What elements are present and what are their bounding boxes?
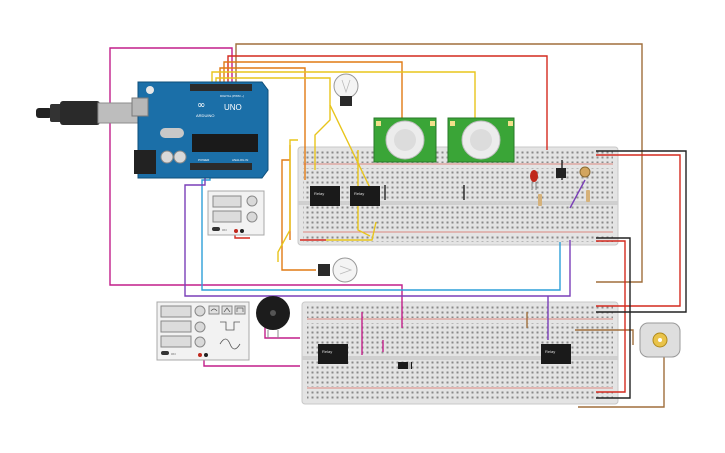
- dc-motor[interactable]: [639, 322, 681, 358]
- relay-1-label: Relay: [314, 191, 324, 196]
- arduino-brand-text: ARDUINO: [196, 113, 214, 118]
- arduino-uno[interactable]: ∞ ARDUINO UNO DIGITAL (PWM ~) POWER ANAL…: [131, 81, 269, 179]
- circuit-canvas: ∞ ARDUINO UNO DIGITAL (PWM ~) POWER ANAL…: [36, 43, 687, 408]
- relay-3-label: Relay: [322, 349, 332, 354]
- potentiometer[interactable]: [579, 166, 591, 178]
- resistor-1[interactable]: [538, 194, 542, 206]
- lamp-bottom[interactable]: [318, 257, 358, 283]
- lamp-top[interactable]: [333, 73, 359, 106]
- transistor[interactable]: [556, 168, 566, 178]
- diode[interactable]: [398, 362, 412, 369]
- pir-sensor-2[interactable]: [447, 117, 515, 163]
- function-generator[interactable]: ON: [156, 301, 250, 361]
- arduino-infinity-logo: ∞: [197, 100, 205, 111]
- arduino-model-text: UNO: [224, 103, 242, 112]
- relay-3[interactable]: Relay: [318, 344, 348, 364]
- arduino-power-label: POWER: [198, 158, 210, 162]
- piezo-buzzer[interactable]: [256, 296, 290, 338]
- relay-1[interactable]: Relay: [310, 186, 340, 206]
- power-supply-on-label: ON: [222, 228, 227, 232]
- relay-2[interactable]: Relay: [350, 186, 380, 206]
- pir-sensor-1[interactable]: [373, 117, 437, 163]
- power-supply[interactable]: ON: [207, 190, 265, 236]
- relay-4[interactable]: Relay: [541, 344, 571, 364]
- relay-2-label: Relay: [354, 191, 364, 196]
- resistor-2[interactable]: [586, 190, 590, 202]
- relay-4-label: Relay: [545, 349, 555, 354]
- arduino-digital-label: DIGITAL (PWM ~): [220, 94, 244, 98]
- function-generator-on-label: ON: [171, 352, 176, 356]
- arduino-analog-label: ANALOG IN: [232, 158, 248, 162]
- usb-cable: [36, 101, 141, 125]
